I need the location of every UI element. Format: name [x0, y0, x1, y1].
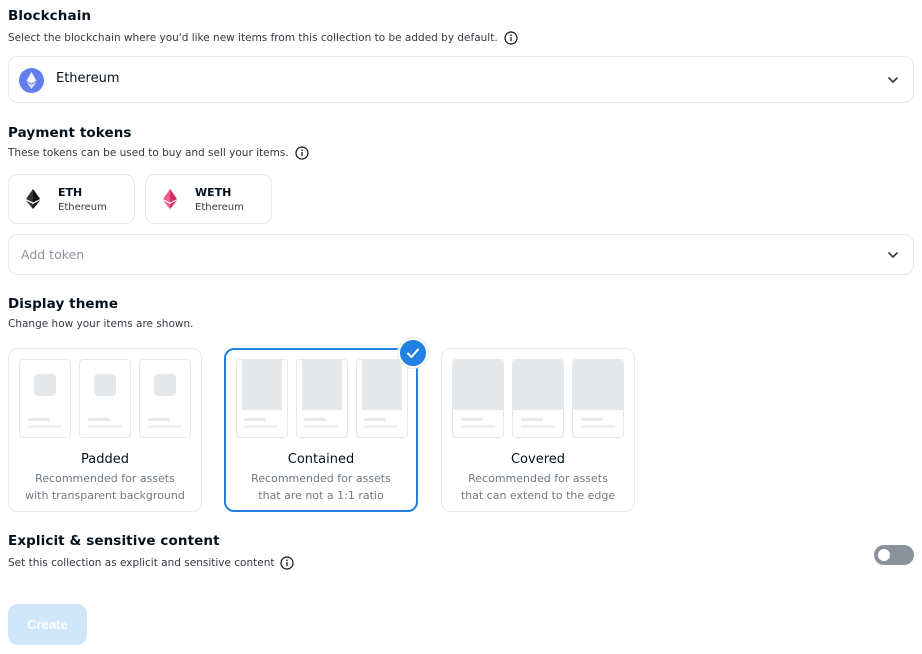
check-icon: [407, 348, 419, 358]
ethereum-icon: [19, 68, 44, 93]
blockchain-selected-value: Ethereum: [56, 71, 120, 86]
preview-card: [139, 359, 191, 438]
theme-description-line1: Recommended for assets: [468, 472, 608, 485]
add-token-placeholder: Add token: [21, 247, 85, 262]
theme-option-covered[interactable]: Covered Recommended for assets that can …: [441, 348, 635, 512]
preview-card: [572, 359, 624, 438]
blockchain-title: Blockchain: [8, 8, 92, 24]
blockchain-description: Select the blockchain where you'd like n…: [8, 31, 518, 45]
preview-card: [356, 359, 408, 438]
preview-card: [452, 359, 504, 438]
preview-card: [236, 359, 288, 438]
chevron-down-icon: [888, 76, 898, 83]
explicit-toggle[interactable]: [874, 545, 914, 565]
token-chain: Ethereum: [195, 201, 244, 213]
theme-name: Padded: [81, 452, 129, 467]
weth-icon: [163, 189, 177, 209]
theme-option-padded[interactable]: Padded Recommended for assets with trans…: [8, 348, 202, 512]
info-icon[interactable]: [504, 31, 518, 45]
token-card-weth: WETH Ethereum: [145, 174, 272, 224]
theme-description-line2: with transparent background: [25, 489, 185, 502]
token-card-eth: ETH Ethereum: [8, 174, 135, 224]
add-token-select[interactable]: Add token: [8, 234, 914, 275]
theme-description-line1: Recommended for assets: [35, 472, 175, 485]
theme-description-line2: that can extend to the edge: [460, 489, 616, 502]
info-icon[interactable]: [295, 146, 309, 160]
info-icon[interactable]: [280, 556, 295, 570]
explicit-description-text: Set this collection as explicit and sens…: [8, 557, 275, 569]
toggle-knob: [878, 549, 890, 561]
preview-card: [296, 359, 348, 438]
payment-tokens-description: These tokens can be used to buy and sell…: [8, 146, 309, 160]
eth-icon: [26, 189, 40, 209]
payment-tokens-title: Payment tokens: [8, 125, 132, 141]
create-button[interactable]: Create: [8, 604, 87, 645]
theme-option-contained[interactable]: Contained Recommended for assets that ar…: [224, 348, 418, 512]
display-theme-title: Display theme: [8, 296, 119, 312]
chevron-down-icon: [888, 251, 898, 258]
theme-description-line1: Recommended for assets: [251, 472, 391, 485]
selected-check-badge: [398, 338, 428, 368]
payment-tokens-description-text: These tokens can be used to buy and sell…: [8, 147, 289, 159]
explicit-title: Explicit & sensitive content: [8, 533, 220, 549]
theme-name: Covered: [510, 452, 566, 467]
preview-card: [512, 359, 564, 438]
preview-card: [79, 359, 131, 438]
token-symbol: WETH: [195, 185, 232, 199]
explicit-description: Set this collection as explicit and sens…: [8, 556, 295, 570]
blockchain-select[interactable]: Ethereum: [8, 56, 914, 103]
preview-card: [19, 359, 71, 438]
blockchain-description-text: Select the blockchain where you'd like n…: [8, 32, 498, 44]
token-chain: Ethereum: [58, 201, 107, 213]
display-theme-description: Change how your items are shown.: [8, 318, 194, 330]
theme-description-line2: that are not a 1:1 ratio: [258, 489, 384, 502]
theme-name: Contained: [287, 452, 355, 467]
token-symbol: ETH: [58, 185, 83, 199]
